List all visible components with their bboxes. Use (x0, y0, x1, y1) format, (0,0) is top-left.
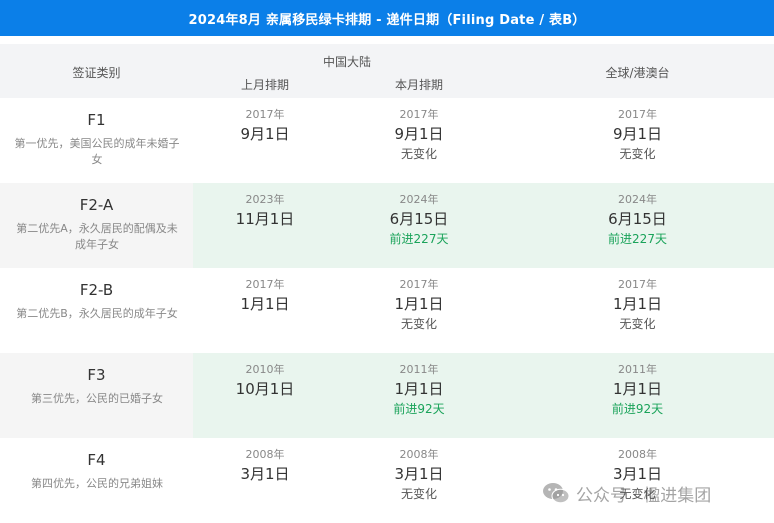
category-code: F1 (87, 111, 106, 129)
last-month-cell: 2017年 1月1日 (193, 278, 337, 314)
global-year: 2017年 (618, 108, 657, 121)
this-year: 2017年 (399, 108, 439, 121)
global-year: 2024年 (618, 193, 657, 206)
header-mainland: 中国大陆 (322, 55, 371, 69)
this-change: 无变化 (400, 487, 437, 501)
this-change: 无变化 (400, 147, 437, 161)
page-title-text: 2024年8月 亲属移民绿卡排期 - 递件日期（Filing Date / 表B… (188, 12, 586, 28)
global-cell: 2017年 1月1日 无变化 (501, 278, 774, 333)
header-global: 全球/港澳台 (605, 66, 670, 80)
global-date: 1月1日 (612, 295, 663, 313)
last-date: 11月1日 (235, 210, 295, 228)
last-month-cell: 2023年 11月1日 (193, 193, 337, 229)
category-code: F4 (87, 451, 106, 469)
this-month-cell: 2017年 1月1日 无变化 (337, 278, 501, 333)
watermark-text: 公众号 · 楹进集团 (576, 485, 712, 506)
global-change: 前进92天 (611, 402, 664, 416)
page-title: 2024年8月 亲属移民绿卡排期 - 递件日期（Filing Date / 表B… (0, 0, 774, 36)
last-year: 2017年 (245, 278, 285, 291)
last-year: 2023年 (245, 193, 285, 206)
last-year: 2008年 (245, 448, 285, 461)
last-month-cell: 2010年 10月1日 (193, 363, 337, 399)
category-code: F2-B (79, 281, 114, 299)
watermark: 公众号 · 楹进集团 (542, 480, 711, 506)
category-desc: 第二优先B，永久居民的成年子女 (16, 307, 178, 320)
category-desc: 第四优先，公民的兄弟姐妹 (31, 477, 163, 490)
global-change: 前进227天 (608, 232, 667, 246)
global-year: 2011年 (618, 363, 657, 376)
table-row: F1 第一优先，美国公民的成年未婚子女 2017年 9月1日 2017年 9月1… (0, 98, 774, 183)
last-year: 2017年 (245, 108, 285, 121)
last-year: 2010年 (245, 363, 285, 376)
category-desc: 第二优先A，永久居民的配偶及未成年子女 (16, 222, 178, 251)
header-this-month: 本月排期 (394, 78, 443, 92)
this-month-cell: 2008年 3月1日 无变化 (337, 448, 501, 503)
global-date: 9月1日 (612, 125, 663, 143)
category-desc: 第一优先，美国公民的成年未婚子女 (14, 137, 180, 166)
last-month-cell: 2017年 9月1日 (193, 108, 337, 144)
this-date: 1月1日 (394, 295, 444, 313)
this-date: 9月1日 (394, 125, 444, 143)
this-date: 1月1日 (394, 380, 444, 398)
table-row: F2-A 第二优先A，永久居民的配偶及未成年子女 2023年 11月1日 202… (0, 183, 774, 268)
last-date: 10月1日 (235, 380, 295, 398)
last-date: 1月1日 (240, 295, 290, 313)
wechat-icon (543, 483, 570, 504)
global-year: 2017年 (618, 278, 657, 291)
global-date: 1月1日 (612, 380, 663, 398)
this-year: 2024年 (399, 193, 439, 206)
category-desc: 第三优先，公民的已婚子女 (31, 392, 163, 405)
spacer (0, 36, 774, 44)
this-month-cell: 2024年 6月15日 前进227天 (337, 193, 501, 248)
last-date: 9月1日 (240, 125, 290, 143)
this-month-cell: 2011年 1月1日 前进92天 (337, 363, 501, 418)
header-last-month: 上月排期 (240, 78, 289, 92)
global-cell: 2011年 1月1日 前进92天 (501, 363, 774, 418)
this-year: 2008年 (399, 448, 439, 461)
global-date: 6月15日 (608, 210, 667, 228)
this-month-cell: 2017年 9月1日 无变化 (337, 108, 501, 163)
this-change: 前进227天 (389, 232, 449, 246)
global-cell: 2024年 6月15日 前进227天 (501, 193, 774, 248)
category-code: F3 (87, 366, 106, 384)
global-year: 2008年 (618, 448, 657, 461)
this-year: 2017年 (399, 278, 439, 291)
this-change: 前进92天 (393, 402, 445, 416)
last-month-cell: 2008年 3月1日 (193, 448, 337, 484)
global-cell: 2017年 9月1日 无变化 (501, 108, 774, 163)
table-row: F2-B 第二优先B，永久居民的成年子女 2017年 1月1日 2017年 1月… (0, 268, 774, 353)
header-category: 签证类别 (72, 66, 121, 80)
global-change: 无变化 (619, 147, 656, 161)
table-row: F3 第三优先，公民的已婚子女 2010年 10月1日 2011年 1月1日 前… (0, 353, 774, 438)
this-date: 3月1日 (394, 465, 444, 483)
this-year: 2011年 (399, 363, 439, 376)
global-change: 无变化 (619, 317, 656, 331)
this-date: 6月15日 (389, 210, 449, 228)
table-header: 签证类别 中国大陆 上月排期 本月排期 全球/港澳台 (0, 44, 774, 98)
category-code: F2-A (79, 196, 114, 214)
last-date: 3月1日 (240, 465, 290, 483)
this-change: 无变化 (400, 317, 437, 331)
